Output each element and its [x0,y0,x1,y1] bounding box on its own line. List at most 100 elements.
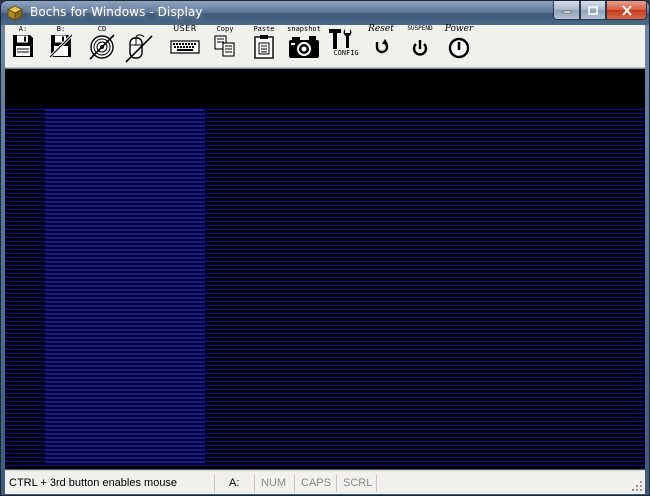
window-title: Bochs for Windows - Display [30,5,203,19]
scanline-block [45,181,205,183]
scanline-block [45,425,205,427]
scanline-block [45,233,205,235]
scanline-block [45,409,205,411]
scanline-block [45,213,205,215]
floppy-disk-disabled-icon [49,34,73,58]
scanline-block [45,117,205,119]
scanline-block [45,365,205,367]
scanline-block [45,445,205,447]
scanline-block [45,457,205,459]
paste-clipboard-icon [254,35,274,59]
scanline-block [45,461,205,463]
scanline-block [45,393,205,395]
floppy-disk-icon [13,35,33,57]
scanline-block [45,385,205,387]
scanline-block [45,449,205,451]
scanline-block [45,277,205,279]
scanline-block [45,301,205,303]
suspend-power-icon [412,40,428,56]
cdrom-button[interactable]: CD [87,25,117,67]
snapshot-button[interactable]: snapshot [286,25,322,67]
scanline-block [45,313,205,315]
scanline-block [45,341,205,343]
scanline-block [45,389,205,391]
maximize-button[interactable] [580,1,606,20]
close-button[interactable] [606,1,647,20]
scanline-block [45,281,205,283]
scanline-block [45,453,205,455]
resize-grip-icon[interactable] [631,480,643,492]
scanline-block [45,305,205,307]
config-button[interactable]: CONFIG [326,25,359,67]
scanline-block [45,337,205,339]
scanline-block [45,357,205,359]
scanline-block [45,321,205,323]
cdrom-disabled-icon [89,34,115,60]
scanline-block [45,185,205,187]
close-icon [621,4,632,16]
floppy-b-button[interactable]: B: [48,25,74,67]
scanline-block [45,197,205,199]
scanline-block [45,433,205,435]
minimize-icon [562,10,571,14]
scanline-block [45,441,205,443]
scanline-block [45,369,205,371]
suspend-button[interactable]: SUSPEND [403,25,437,67]
suspend-label: SUSPEND [407,25,433,32]
minimize-button[interactable] [553,1,580,20]
scanline-block [45,177,205,179]
mouse-button[interactable] [123,25,155,67]
scanline-block [45,241,205,243]
status-bar: CTRL + 3rd button enables mouse A: NUM C… [5,470,645,494]
bochs-window: Bochs for Windows - Display A: B: CD USE… [0,0,650,496]
scanline-block [45,373,205,375]
scanline-block [45,361,205,363]
display-scanlines [5,109,645,466]
floppy-a-button[interactable]: A: [10,25,36,67]
reset-button[interactable]: Reset [366,25,396,67]
snapshot-label: snapshot [287,25,321,33]
scanline-block [45,269,205,271]
keyboard-icon [170,40,200,54]
scanline-block [45,169,205,171]
scanline-block [45,437,205,439]
scanline-block [45,217,205,219]
scanline-block [45,113,205,115]
scanline [5,465,645,466]
scanline-block [45,237,205,239]
copy-button[interactable]: Copy [211,25,239,67]
power-button[interactable]: Power [441,25,477,67]
scanline-block [45,325,205,327]
scanline-block [45,261,205,263]
toolbar: A: B: CD USER Copy Paste snapshot CONFIG… [5,25,645,68]
title-bar[interactable]: Bochs for Windows - Display [1,1,649,25]
scanline-block [45,377,205,379]
scanline-block [45,149,205,151]
scanline-block [45,297,205,299]
scanline-block [45,121,205,123]
cdrom-label: CD [97,25,107,33]
floppy-a-label: A: [18,25,28,33]
scanline-block [45,209,205,211]
mouse-disabled-icon [125,34,153,63]
paste-button[interactable]: Paste [250,25,278,67]
status-caps: CAPS [295,474,337,492]
scanline-block [45,173,205,175]
scanline-block [45,141,205,143]
scanline-block [45,349,205,351]
copy-label: Copy [216,25,234,33]
scanline-block [45,153,205,155]
scanline-block [45,421,205,423]
scanline-block [45,429,205,431]
status-num: NUM [255,474,295,492]
scanline-block [45,333,205,335]
user-label: USER [173,24,197,33]
copy-icon [214,35,235,57]
power-icon [448,37,470,59]
user-button[interactable]: USER [168,25,202,67]
status-scrl: SCRL [337,474,377,492]
emulator-display[interactable] [5,69,645,469]
scanline-block [45,125,205,127]
scanline-block [45,205,205,207]
scanline-block [45,133,205,135]
